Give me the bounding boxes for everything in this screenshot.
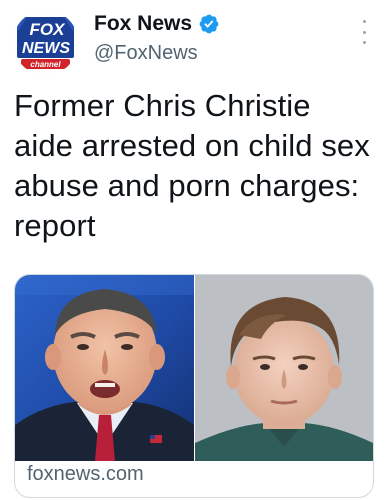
- tweet-text: Former Chris Christie aide arrested on c…: [14, 88, 370, 243]
- tweet[interactable]: FOX NEWS channel Fox News @FoxNews Forme…: [0, 0, 386, 500]
- mugshot-photo-right: [195, 275, 373, 461]
- author-display-name[interactable]: Fox News: [94, 12, 192, 36]
- fox-news-logo-icon: FOX NEWS channel: [13, 10, 78, 75]
- more-dot: [362, 41, 366, 44]
- author-handle[interactable]: @FoxNews: [94, 42, 198, 65]
- more-dot: [362, 30, 366, 34]
- logo-text-fox: FOX: [30, 20, 67, 39]
- link-card[interactable]: foxnews.com: [14, 274, 374, 498]
- portrait-photo-left: [15, 275, 194, 461]
- logo-text-channel: channel: [30, 60, 61, 69]
- card-image: [15, 275, 373, 461]
- verified-badge-icon: [198, 13, 220, 35]
- author-name-row: Fox News: [94, 12, 220, 36]
- logo-text-news: NEWS: [22, 40, 70, 57]
- card-domain: foxnews.com: [27, 463, 144, 485]
- author-avatar[interactable]: FOX NEWS channel: [13, 10, 78, 75]
- more-options-icon[interactable]: [356, 20, 372, 44]
- more-dot: [362, 20, 366, 23]
